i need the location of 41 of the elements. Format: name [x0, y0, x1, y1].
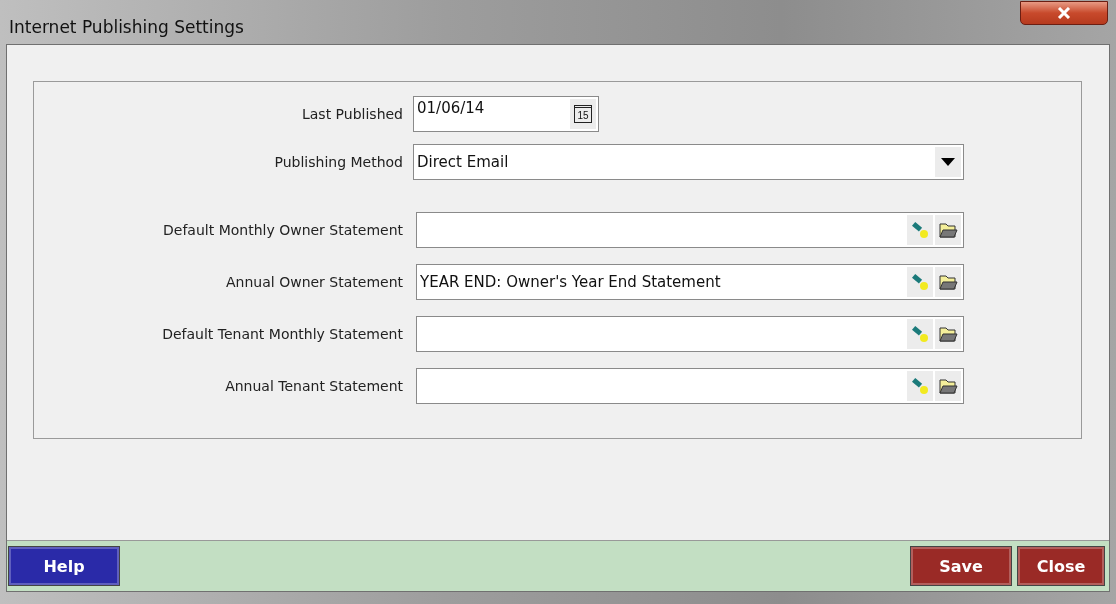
- field-value: YEAR END: Owner's Year End Statement: [419, 273, 721, 291]
- close-button[interactable]: Close: [1017, 546, 1105, 586]
- flashlight-icon: [911, 273, 929, 291]
- close-icon: [1057, 7, 1071, 19]
- close-window-button[interactable]: [1020, 1, 1108, 25]
- folder-icon: [938, 377, 958, 395]
- window-title: Internet Publishing Settings: [9, 17, 244, 37]
- field-label: Publishing Method: [273, 154, 404, 170]
- flashlight-button[interactable]: [907, 267, 933, 297]
- flashlight-icon: [911, 325, 929, 343]
- field-label: Annual Owner Statement: [225, 274, 404, 290]
- caret-icon: [941, 158, 955, 166]
- lookup-field[interactable]: [416, 212, 964, 248]
- flashlight-icon: [911, 221, 929, 239]
- calendar-button[interactable]: 15: [570, 99, 596, 129]
- lookup-field[interactable]: [416, 316, 964, 352]
- field-label: Default Monthly Owner Statement: [162, 222, 404, 238]
- folder-icon: [938, 325, 958, 343]
- folder-button[interactable]: [935, 267, 961, 297]
- flashlight-button[interactable]: [907, 215, 933, 245]
- lookup-field[interactable]: YEAR END: Owner's Year End Statement: [416, 264, 964, 300]
- calendar-icon: 15: [574, 105, 592, 123]
- dropdown-button[interactable]: [935, 147, 961, 177]
- help-button[interactable]: Help: [8, 546, 120, 586]
- folder-button[interactable]: [935, 371, 961, 401]
- field-label: Default Tenant Monthly Statement: [161, 326, 404, 342]
- folder-button[interactable]: [935, 319, 961, 349]
- lookup-field[interactable]: [416, 368, 964, 404]
- dropdown-field[interactable]: Direct Email: [413, 144, 964, 180]
- folder-icon: [938, 273, 958, 291]
- folder-icon: [938, 221, 958, 239]
- folder-button[interactable]: [935, 215, 961, 245]
- flashlight-button[interactable]: [907, 319, 933, 349]
- field-value: Direct Email: [416, 153, 509, 171]
- field-label: Annual Tenant Statement: [224, 378, 404, 394]
- date-field[interactable]: 01/06/14 15: [413, 96, 599, 132]
- flashlight-button[interactable]: [907, 371, 933, 401]
- flashlight-icon: [911, 377, 929, 395]
- field-label: Last Published: [301, 106, 404, 122]
- field-value: 01/06/14: [416, 99, 485, 117]
- save-button[interactable]: Save: [910, 546, 1012, 586]
